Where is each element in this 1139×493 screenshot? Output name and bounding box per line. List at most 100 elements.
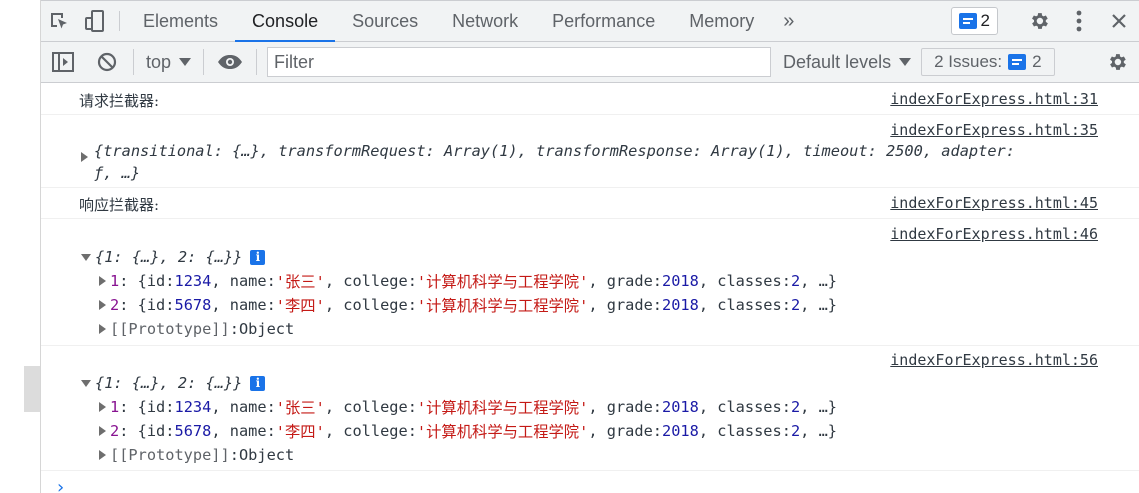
console-message: 响应拦截器: indexForExpress.html:45 (41, 188, 1139, 219)
property-college: '计算机科学与工程学院' (416, 297, 589, 315)
property-classes: 2 (790, 398, 801, 416)
message-icon (1008, 54, 1027, 70)
tab-performance[interactable]: Performance (535, 1, 672, 41)
property-id: 1234 (174, 272, 212, 290)
messages-badge-button[interactable]: 2 (950, 7, 998, 35)
console-message: indexForExpress.html:46 {1: {…}, 2: {…}}… (41, 219, 1139, 346)
tab-memory[interactable]: Memory (672, 1, 771, 41)
log-levels-dropdown[interactable]: Default levels (783, 51, 912, 73)
log-text: 响应拦截器: (79, 196, 160, 214)
collapse-arrow-icon[interactable] (81, 379, 91, 387)
log-levels-label: Default levels (783, 51, 892, 72)
tab-sources[interactable]: Sources (335, 1, 435, 41)
object-summary-text: {1: {…}, 2: {…}} (95, 248, 243, 266)
console-settings-gear-icon[interactable] (1095, 51, 1139, 73)
property-grade: 2018 (662, 272, 699, 290)
info-icon: i (250, 375, 266, 391)
property-name: '李四' (275, 423, 325, 441)
close-icon[interactable] (1099, 0, 1139, 42)
property-classes: 2 (790, 296, 801, 314)
object-property-row[interactable]: 2: {id: 5678, name: '李四', college: '计算机科… (99, 294, 837, 316)
context-label: top (146, 51, 172, 72)
prototype-label: [[Prototype]] (110, 320, 230, 338)
prototype-value: Object (238, 446, 295, 464)
toolbar-divider (256, 49, 258, 75)
inspect-element-icon[interactable] (41, 1, 77, 41)
expand-arrow-icon[interactable] (99, 426, 106, 436)
devtools-tabbar: Elements Console Sources Network Perform… (41, 0, 1139, 42)
expand-arrow-icon[interactable] (99, 450, 106, 460)
tab-console[interactable]: Console (235, 1, 336, 42)
clear-console-icon[interactable] (85, 42, 129, 82)
property-grade: 2018 (662, 296, 699, 314)
info-icon: i (250, 249, 266, 265)
expand-arrow-icon[interactable] (99, 324, 106, 334)
devtools-panel: Elements Console Sources Network Perform… (41, 0, 1139, 493)
message-icon (958, 13, 977, 29)
property-college: '计算机科学与工程学院' (416, 399, 589, 417)
prototype-label: [[Prototype]] (110, 446, 230, 464)
settings-gear-icon[interactable] (1019, 0, 1059, 42)
prototype-value: Object (238, 320, 295, 338)
property-college: '计算机科学与工程学院' (416, 423, 589, 441)
device-toolbar-icon[interactable] (77, 1, 113, 41)
log-text: 请求拦截器: (79, 92, 160, 110)
console-message: indexForExpress.html:56 {1: {…}, 2: {…}}… (41, 346, 1139, 471)
console-prompt-icon[interactable]: › (55, 477, 66, 493)
filter-input[interactable] (267, 47, 772, 77)
tab-network[interactable]: Network (435, 1, 535, 41)
property-id: 5678 (174, 422, 212, 440)
issues-button[interactable]: 2 Issues: 2 (921, 48, 1055, 76)
property-id: 5678 (174, 296, 212, 314)
expand-arrow-icon[interactable] (99, 300, 106, 310)
expand-arrow-icon[interactable] (99, 402, 106, 412)
property-key: 1 (110, 398, 120, 416)
property-key: 2 (110, 422, 120, 440)
object-summary-text: {1: {…}, 2: {…}} (95, 374, 243, 392)
source-link[interactable]: indexForExpress.html:31 (890, 90, 1098, 108)
chevron-down-icon (179, 58, 192, 66)
toolbar-divider (203, 49, 205, 75)
property-id: 1234 (174, 398, 212, 416)
sidebar-toggle-icon[interactable] (41, 42, 85, 82)
object-preview-text: {transitional: {…}, transformRequest: Ar… (94, 142, 1015, 160)
tabbar-right-actions: 2 (950, 0, 1139, 42)
source-link[interactable]: indexForExpress.html:56 (890, 351, 1098, 369)
console-message: 请求拦截器: indexForExpress.html:31 (41, 84, 1139, 115)
toolbar-divider (119, 11, 120, 31)
expand-arrow-icon[interactable] (81, 152, 88, 162)
source-link[interactable]: indexForExpress.html:35 (890, 121, 1098, 139)
console-output: 请求拦截器: indexForExpress.html:31 indexForE… (41, 84, 1139, 493)
property-name: '李四' (275, 297, 325, 315)
tab-elements[interactable]: Elements (126, 1, 235, 41)
object-property-row[interactable]: 2: {id: 5678, name: '李四', college: '计算机科… (99, 420, 837, 442)
left-page-gutter (0, 0, 41, 493)
property-college: '计算机科学与工程学院' (416, 273, 589, 291)
object-preview[interactable]: {transitional: {…}, transformRequest: Ar… (81, 140, 1015, 162)
toolbar-divider (133, 49, 134, 75)
console-message: indexForExpress.html:35 {transitional: {… (41, 115, 1139, 188)
object-property-row[interactable]: 1: {id: 1234, name: '张三', college: '计算机科… (99, 270, 837, 292)
property-classes: 2 (790, 422, 801, 440)
collapse-arrow-icon[interactable] (81, 253, 91, 261)
more-options-icon[interactable] (1059, 0, 1099, 42)
live-expression-eye-icon[interactable] (208, 42, 252, 82)
prototype-row[interactable]: [[Prototype]]: Object (99, 444, 294, 466)
object-preview-continued: ƒ, …} (94, 164, 141, 182)
property-key: 2 (110, 296, 120, 314)
expand-arrow-icon[interactable] (99, 276, 106, 286)
property-name: '张三' (275, 399, 325, 417)
chevron-down-icon (899, 58, 912, 66)
page-scroll-marker (24, 366, 40, 412)
property-key: 1 (110, 272, 120, 290)
context-selector[interactable]: top (138, 52, 199, 73)
object-summary[interactable]: {1: {…}, 2: {…}} i (81, 372, 266, 394)
prototype-row[interactable]: [[Prototype]]: Object (99, 318, 294, 340)
source-link[interactable]: indexForExpress.html:45 (890, 194, 1098, 212)
more-tabs-icon[interactable]: » (771, 1, 806, 41)
source-link[interactable]: indexForExpress.html:46 (890, 225, 1098, 243)
object-property-row[interactable]: 1: {id: 1234, name: '张三', college: '计算机科… (99, 396, 837, 418)
property-classes: 2 (790, 272, 801, 290)
object-summary[interactable]: {1: {…}, 2: {…}} i (81, 246, 266, 268)
issues-label: 2 Issues: (934, 52, 1003, 71)
